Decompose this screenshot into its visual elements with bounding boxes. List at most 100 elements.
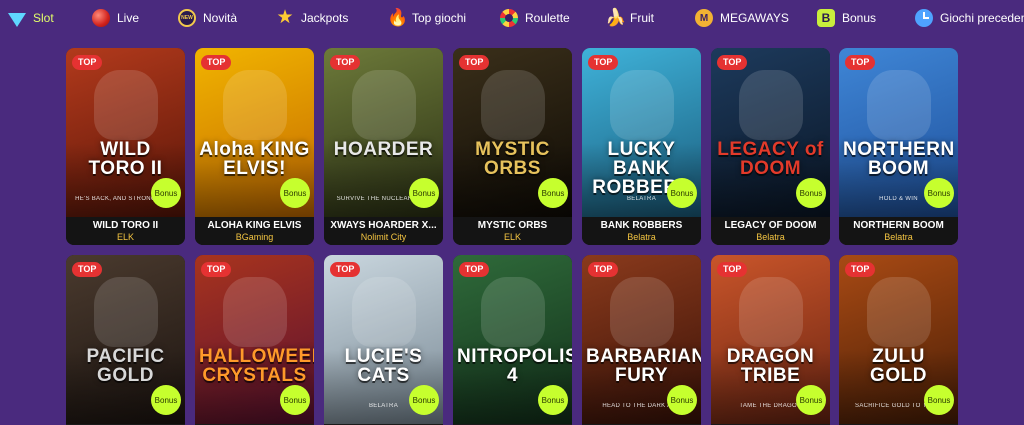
bonus-badge: Bonus [280, 385, 310, 415]
game-thumbnail: LUCIE'S CATS BELATRA TOP Bonus [324, 255, 443, 424]
live-ball-icon [92, 9, 110, 27]
nav-item-slot[interactable]: Slot [8, 8, 54, 28]
nav-label: Novità [203, 11, 238, 25]
game-thumbnail: LEGACY of DOOM TOP Bonus [711, 48, 830, 217]
game-card[interactable]: WILD TORO II HE'S BACK, AND STRONGER T...… [66, 48, 185, 245]
game-title: NORTHERN BOOM [853, 220, 944, 231]
game-logo-text: NITROPOLIS 4 [457, 346, 572, 386]
gem-icon [8, 13, 26, 27]
bonus-badge: Bonus [538, 385, 568, 415]
nav-item-top-giochi[interactable]: 🔥 Top giochi [387, 8, 466, 28]
thumbnail-character [94, 277, 158, 347]
top-badge: TOP [72, 55, 103, 70]
game-thumbnail: ZULU GOLD SACRIFICE GOLD TO THEIR TOP Bonus [839, 255, 958, 424]
nav-label: Fruit [630, 11, 654, 25]
nav-item-live[interactable]: Live [92, 8, 139, 28]
game-logo-text: BARBARIAN FURY [586, 346, 701, 386]
nav-label: MEGAWAYS [720, 11, 789, 25]
thumbnail-character [352, 277, 416, 347]
game-info: XWAYS HOARDER X... Nolimit City [324, 217, 443, 245]
nav-item-fruit[interactable]: 🍌 Fruit [605, 8, 654, 28]
bonus-badge: Bonus [409, 385, 439, 415]
game-card[interactable]: HALLOWEEN CRYSTALS TOP Bonus [195, 255, 314, 425]
game-title: MYSTIC ORBS [477, 220, 548, 231]
top-badge: TOP [201, 55, 232, 70]
game-card[interactable]: LUCKY BANK ROBBERS BELATRA TOP Bonus BANK RO… [582, 48, 701, 245]
game-card[interactable]: LUCIE'S CATS BELATRA TOP Bonus [324, 255, 443, 425]
thumbnail-character [610, 277, 674, 347]
thumbnail-character [94, 70, 158, 140]
top-badge: TOP [717, 55, 748, 70]
nav-item-jackpots[interactable]: ★ Jackpots [276, 8, 348, 28]
game-provider: Belatra [884, 232, 913, 242]
game-title: WILD TORO II [92, 220, 159, 231]
game-card[interactable]: NORTHERN BOOM HOLD & WIN TOP Bonus NORTHERN … [839, 48, 958, 245]
top-badge: TOP [588, 262, 619, 277]
nav-item-giochi-precedenti[interactable]: Giochi precedenti [915, 8, 1024, 28]
top-badge: TOP [72, 262, 103, 277]
game-card[interactable]: Aloha KING ELVIS! TOP Bonus ALOHA KING ELVI… [195, 48, 314, 245]
game-provider: Nolimit City [360, 232, 407, 242]
game-card[interactable]: MYSTIC ORBS TOP Bonus MYSTIC ORBS ELK [453, 48, 572, 245]
nav-item-megaways[interactable]: M MEGAWAYS [695, 8, 789, 28]
game-provider: ELK [503, 232, 521, 242]
game-provider: Belatra [627, 232, 656, 242]
game-card[interactable]: NITROPOLIS 4 TOP Bonus [453, 255, 572, 425]
top-badge: TOP [459, 262, 490, 277]
new-badge-icon: NEW [178, 9, 196, 27]
nav-label: Slot [33, 11, 54, 25]
nav-label: Top giochi [412, 11, 467, 25]
game-thumbnail: MYSTIC ORBS TOP Bonus [453, 48, 572, 217]
game-thumbnail: HALLOWEEN CRYSTALS TOP Bonus [195, 255, 314, 424]
game-card[interactable]: PACIFIC GOLD TOP Bonus [66, 255, 185, 425]
game-logo-text: HOARDER [333, 139, 434, 160]
game-info: ALOHA KING ELVIS BGaming [195, 217, 314, 245]
game-card[interactable]: DRAGON TRIBE TAME THE DRAGON TOP Bonus [711, 255, 830, 425]
game-provider: BGaming [235, 232, 274, 242]
game-title: ALOHA KING ELVIS [207, 220, 302, 231]
bonus-badge: Bonus [667, 385, 697, 415]
game-card[interactable]: LEGACY of DOOM TOP Bonus LEGACY OF DOOM Bela… [711, 48, 830, 245]
game-logo-text: PACIFIC GOLD [86, 346, 165, 386]
game-logo-text: HALLOWEEN CRYSTALS [199, 346, 314, 386]
bonus-badge: Bonus [409, 178, 439, 208]
game-thumbnail: PACIFIC GOLD TOP Bonus [66, 255, 185, 424]
game-logo-text: LEGACY of DOOM [717, 139, 824, 179]
game-logo-text: MYSTIC ORBS [475, 139, 550, 179]
bonus-badge: Bonus [280, 178, 310, 208]
thumbnail-character [481, 277, 545, 347]
game-title: LEGACY OF DOOM [724, 220, 817, 231]
thumbnail-character [867, 70, 931, 140]
game-logo-text: Aloha KING ELVIS! [199, 139, 310, 179]
category-nav: Slot Live NEW Novità ★ Jackpots 🔥 Top giochi Rou… [0, 0, 1024, 36]
game-logo-text: DRAGON TRIBE [726, 346, 815, 386]
bonus-badge: Bonus [151, 178, 181, 208]
game-card[interactable]: ZULU GOLD SACRIFICE GOLD TO THEIR TOP Bonus [839, 255, 958, 425]
nav-label: Live [117, 11, 140, 25]
thumbnail-character [867, 277, 931, 347]
thumbnail-character [223, 70, 287, 140]
nav-item-novità[interactable]: NEW Novità [178, 8, 237, 28]
bonus-badge: Bonus [924, 178, 954, 208]
top-badge: TOP [330, 262, 361, 277]
game-title: BANK ROBBERS [600, 220, 683, 231]
game-card[interactable]: BARBARIAN FURY HEAD TO THE DARK AGE TOP Bon… [582, 255, 701, 425]
game-logo-text: LUCIE'S CATS [344, 346, 423, 386]
game-info: LEGACY OF DOOM Belatra [711, 217, 830, 245]
thumbnail-character [739, 277, 803, 347]
game-thumbnail: LUCKY BANK ROBBERS BELATRA TOP Bonus [582, 48, 701, 217]
game-info: WILD TORO II ELK [66, 217, 185, 245]
game-logo-text: NORTHERN BOOM [843, 139, 955, 179]
top-badge: TOP [845, 55, 876, 70]
game-card[interactable]: HOARDER SURVIVE THE NUCLEAR WA... TOP Bonus… [324, 48, 443, 245]
top-badge: TOP [330, 55, 361, 70]
game-thumbnail: DRAGON TRIBE TAME THE DRAGON TOP Bonus [711, 255, 830, 424]
nav-item-bonus[interactable]: B Bonus [817, 8, 876, 28]
bonus-badge: Bonus [151, 385, 181, 415]
game-thumbnail: WILD TORO II HE'S BACK, AND STRONGER T...… [66, 48, 185, 217]
bonus-badge: Bonus [796, 178, 826, 208]
thumbnail-character [223, 277, 287, 347]
nav-item-roulette[interactable]: Roulette [500, 8, 570, 28]
top-badge: TOP [588, 55, 619, 70]
game-logo-text: ZULU GOLD [870, 346, 927, 386]
